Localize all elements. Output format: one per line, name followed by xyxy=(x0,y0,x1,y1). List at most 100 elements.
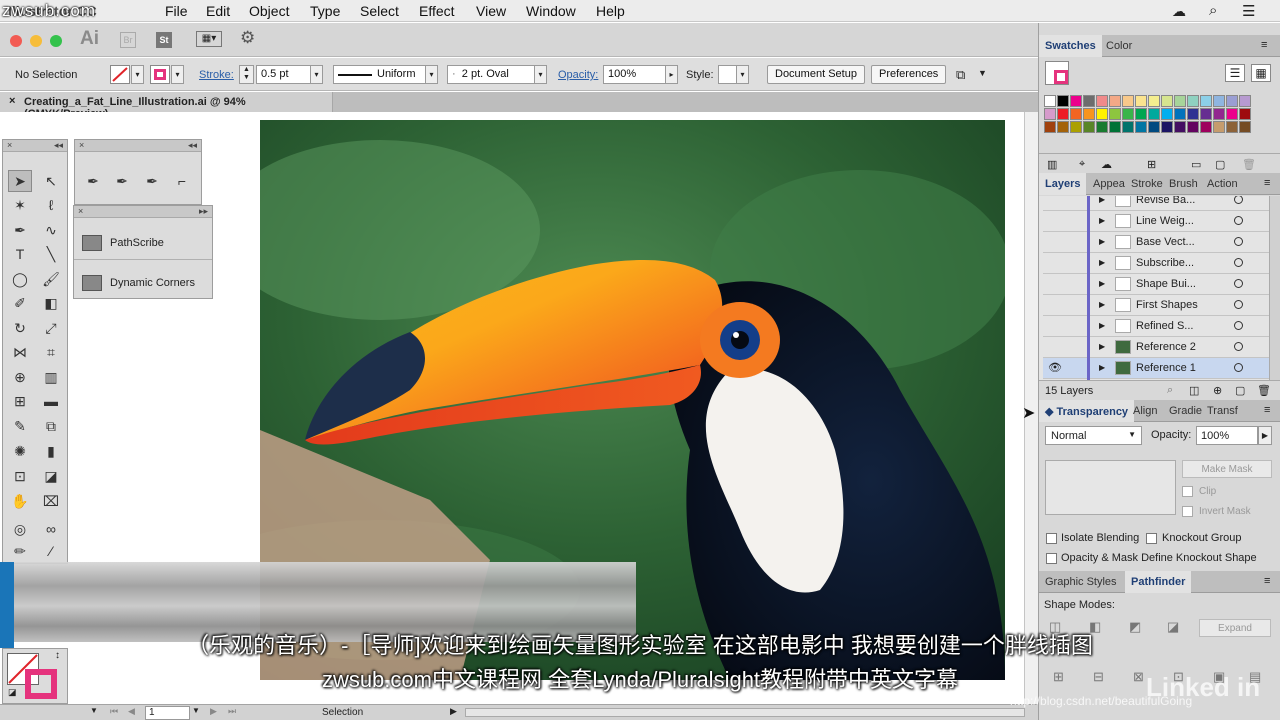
visibility-eye-icon[interactable]: 👁 xyxy=(1048,361,1062,374)
tab-layers[interactable]: Layers xyxy=(1039,173,1087,195)
symbol-sprayer-tool-icon[interactable]: ✺ xyxy=(9,440,31,462)
shaper-tool-icon[interactable]: ✐ xyxy=(9,292,31,314)
menu-type[interactable]: Type xyxy=(310,3,340,19)
swatch[interactable] xyxy=(1226,121,1238,133)
magic-wand-tool-icon[interactable]: ✶ xyxy=(9,194,31,216)
rotate-tool-icon[interactable]: ↻ xyxy=(9,317,31,339)
swatch[interactable] xyxy=(1135,108,1147,120)
swatch[interactable] xyxy=(1057,121,1069,133)
swatch[interactable] xyxy=(1200,95,1212,107)
eraser-tool-icon[interactable]: ◧ xyxy=(40,292,62,314)
maximize-window-button[interactable] xyxy=(50,35,62,47)
creative-cloud-icon[interactable]: ☁ xyxy=(1172,3,1186,20)
knife-tool-icon[interactable]: ⁄ xyxy=(40,540,62,562)
cc-library-icon[interactable]: ☁ xyxy=(1101,158,1112,171)
lasso-tool-icon[interactable]: ℓ xyxy=(40,194,62,216)
anchor-point-tool-icon[interactable]: ⌐ xyxy=(171,170,193,192)
tools-panel-header[interactable]: × ◂◂ xyxy=(3,140,67,152)
stroke-weight-dropdown[interactable]: ▾ xyxy=(310,65,323,84)
locate-object-icon[interactable]: ⌕ xyxy=(1167,384,1173,397)
swatch[interactable] xyxy=(1239,108,1251,120)
swatch[interactable] xyxy=(1174,95,1186,107)
layer-row[interactable]: ▶ Refined S... xyxy=(1043,316,1273,337)
delete-anchor-point-icon[interactable]: ✒ xyxy=(141,170,163,192)
hand-tool-icon[interactable]: ✋ xyxy=(9,490,31,512)
swatch-libraries-icon[interactable]: ▥ xyxy=(1047,158,1057,171)
swatch[interactable] xyxy=(1148,108,1160,120)
swatch[interactable] xyxy=(1135,121,1147,133)
add-anchor-point-icon[interactable]: ✒ xyxy=(111,170,133,192)
knockout-group-checkbox[interactable] xyxy=(1146,533,1157,544)
tab-swatches[interactable]: Swatches xyxy=(1039,35,1102,57)
swatch[interactable] xyxy=(1057,108,1069,120)
brush-dropdown[interactable]: ▾ xyxy=(534,65,547,84)
swatch[interactable] xyxy=(1187,95,1199,107)
plugins-panel-header[interactable]: × ▸▸ xyxy=(74,206,212,218)
variable-width-profile[interactable]: Uniform xyxy=(333,65,426,84)
swatch[interactable] xyxy=(1044,95,1056,107)
stroke-label[interactable]: Stroke: xyxy=(199,69,234,81)
brush-definition[interactable]: · 2 pt. Oval xyxy=(447,65,535,84)
layer-row[interactable]: ▶ Line Weig... xyxy=(1043,211,1273,232)
swatch[interactable] xyxy=(1135,95,1147,107)
swatch[interactable] xyxy=(1122,108,1134,120)
new-sublayer-icon[interactable]: ⊕ xyxy=(1213,384,1222,397)
layer-row[interactable]: ▶ Base Vect... xyxy=(1043,232,1273,253)
swatch[interactable] xyxy=(1109,95,1121,107)
new-swatch-icon[interactable]: ▢ xyxy=(1215,158,1225,171)
fill-swatch[interactable] xyxy=(110,65,130,84)
swatch[interactable] xyxy=(1174,121,1186,133)
line-tool-icon[interactable]: ╲ xyxy=(40,243,62,265)
list-view-icon[interactable]: ☰ xyxy=(1225,64,1245,82)
layer-row[interactable]: ▶ First Shapes xyxy=(1043,295,1273,316)
tab-align[interactable]: Align xyxy=(1127,400,1163,422)
profile-dropdown[interactable]: ▾ xyxy=(425,65,438,84)
tab-graphic-styles[interactable]: Graphic Styles xyxy=(1039,571,1123,593)
horizontal-scrollbar[interactable] xyxy=(465,708,1025,717)
swatch[interactable] xyxy=(1122,121,1134,133)
tab-brushes[interactable]: Brush xyxy=(1163,173,1204,195)
ellipse-tool-icon[interactable]: ◯ xyxy=(9,268,31,290)
swatch[interactable] xyxy=(1122,95,1134,107)
layers-scrollbar[interactable] xyxy=(1269,196,1280,380)
arrange-documents-icon[interactable]: ▦▾ xyxy=(196,31,222,47)
new-layer-icon[interactable]: ▢ xyxy=(1235,384,1245,397)
arrange-icon[interactable]: ⧉ xyxy=(956,67,965,83)
layers-menu-icon[interactable]: ≡ xyxy=(1264,177,1270,189)
fill-dropdown[interactable]: ▾ xyxy=(131,65,144,84)
type-tool-icon[interactable]: T xyxy=(9,243,31,265)
swatch[interactable] xyxy=(1200,121,1212,133)
transparency-opacity-input[interactable]: 100% xyxy=(1196,426,1258,445)
delete-layer-icon[interactable]: 🗑 xyxy=(1257,384,1271,397)
pathfinder-menu-icon[interactable]: ≡ xyxy=(1264,575,1270,587)
mesh-tool-icon[interactable]: ⊞ xyxy=(9,390,31,412)
swatch[interactable] xyxy=(1226,108,1238,120)
layer-row[interactable]: ▶ Reference 2 xyxy=(1043,337,1273,358)
swatch[interactable] xyxy=(1096,108,1108,120)
swatch[interactable] xyxy=(1187,121,1199,133)
make-mask-button[interactable]: Make Mask xyxy=(1182,460,1272,478)
swatch[interactable] xyxy=(1239,95,1251,107)
close-document-icon[interactable]: × xyxy=(9,95,15,107)
minimize-window-button[interactable] xyxy=(30,35,42,47)
tab-color[interactable]: Color xyxy=(1100,35,1138,57)
pencil-tool-icon[interactable]: ✏ xyxy=(9,540,31,562)
tab-actions[interactable]: Action xyxy=(1201,173,1244,195)
swatch[interactable] xyxy=(1070,95,1082,107)
swatch[interactable] xyxy=(1070,121,1082,133)
swatch[interactable] xyxy=(1109,121,1121,133)
menu-effect[interactable]: Effect xyxy=(419,3,455,19)
first-artboard-icon[interactable]: ⏮ xyxy=(110,706,118,717)
new-color-group-icon[interactable]: ▭ xyxy=(1191,158,1201,171)
eyedropper-tool-icon[interactable]: ✎ xyxy=(9,415,31,437)
swatch[interactable] xyxy=(1044,121,1056,133)
swatch[interactable] xyxy=(1057,95,1069,107)
swatches-fill-stroke[interactable] xyxy=(1045,61,1069,85)
isolate-blending-checkbox[interactable] xyxy=(1046,533,1057,544)
scale-tool-icon[interactable]: ⤢ xyxy=(40,317,62,339)
swatch[interactable] xyxy=(1109,108,1121,120)
direct-selection-tool-icon[interactable]: ↖ xyxy=(40,170,62,192)
transparency-opacity-flyout[interactable]: ▶ xyxy=(1258,426,1272,445)
column-graph-tool-icon[interactable]: ▮ xyxy=(40,440,62,462)
paintbrush-tool-icon[interactable]: 🖌 xyxy=(40,268,62,290)
